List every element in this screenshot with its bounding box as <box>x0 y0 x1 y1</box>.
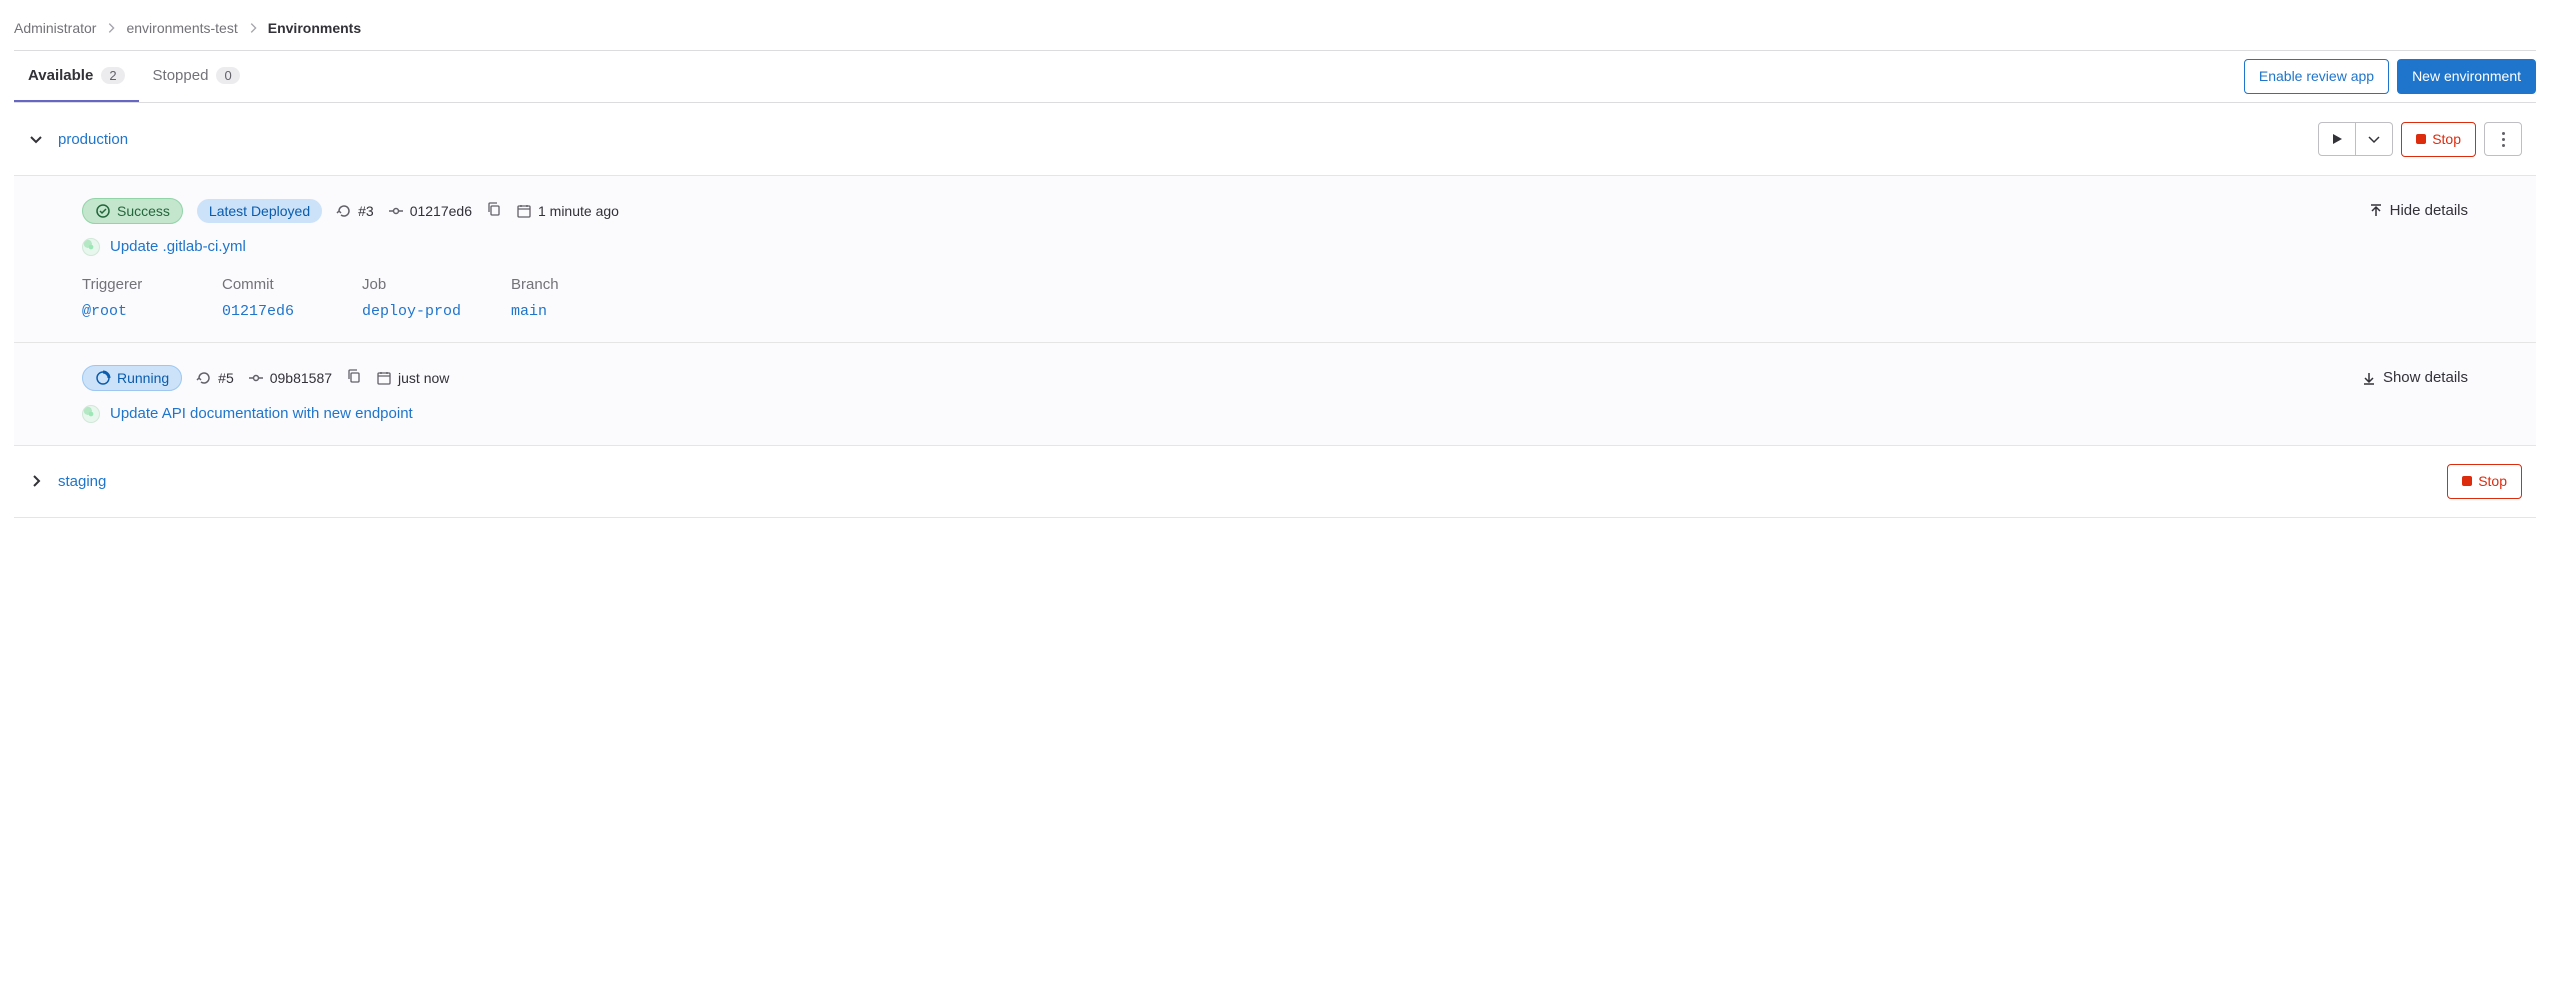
copy-sha-button[interactable] <box>486 201 502 220</box>
play-button[interactable] <box>2318 122 2356 156</box>
tabs: Available 2 Stopped 0 <box>14 51 254 102</box>
job-label: Job <box>362 276 461 293</box>
stop-button[interactable]: Stop <box>2401 122 2476 157</box>
tab-count-badge: 0 <box>216 67 239 84</box>
collapse-up-icon <box>2368 203 2384 219</box>
hide-details-button[interactable]: Hide details <box>2368 202 2468 219</box>
status-badge[interactable]: Success <box>82 198 183 224</box>
job-link[interactable]: deploy-prod <box>362 303 461 320</box>
branch-link[interactable]: main <box>511 303 601 320</box>
chevron-right-icon[interactable] <box>28 473 44 489</box>
stop-button[interactable]: Stop <box>2447 464 2522 499</box>
environment-name-link[interactable]: production <box>58 131 128 148</box>
triggerer-label: Triggerer <box>82 276 172 293</box>
chevron-right-icon <box>104 21 118 35</box>
commit-label: Commit <box>222 276 312 293</box>
deployment-card: Running #5 09b81587 just now Show <box>14 343 2536 446</box>
new-environment-button[interactable]: New environment <box>2397 59 2536 94</box>
commit-link[interactable]: 01217ed6 <box>222 303 312 320</box>
retry-icon <box>196 370 212 386</box>
status-label: Running <box>117 370 169 386</box>
commit-sha[interactable]: 09b81587 <box>248 370 332 386</box>
breadcrumb-item[interactable]: environments-test <box>126 20 237 36</box>
commit-icon <box>248 370 264 386</box>
chevron-right-icon <box>246 21 260 35</box>
expand-down-icon <box>2361 370 2377 386</box>
deployment-time: 1 minute ago <box>516 203 619 219</box>
stop-icon <box>2416 134 2426 144</box>
chevron-down-icon <box>2366 131 2382 147</box>
calendar-icon <box>516 203 532 219</box>
commit-sha[interactable]: 01217ed6 <box>388 203 472 219</box>
tab-available[interactable]: Available 2 <box>14 51 139 102</box>
deployment-card: Success Latest Deployed #3 01217ed6 1 mi… <box>14 176 2536 343</box>
stop-label: Stop <box>2432 131 2461 148</box>
avatar <box>82 238 100 256</box>
tab-count-badge: 2 <box>101 67 124 84</box>
kebab-icon <box>2495 131 2511 147</box>
check-circle-icon <box>95 203 111 219</box>
avatar <box>82 405 100 423</box>
play-dropdown-button[interactable] <box>2356 122 2393 156</box>
environment-row: production Stop <box>14 104 2536 176</box>
show-details-button[interactable]: Show details <box>2361 369 2468 386</box>
enable-review-app-button[interactable]: Enable review app <box>2244 59 2389 94</box>
branch-label: Branch <box>511 276 601 293</box>
retry-icon <box>336 203 352 219</box>
environment-name-link[interactable]: staging <box>58 473 106 490</box>
commit-message-link[interactable]: Update API documentation with new endpoi… <box>110 405 413 422</box>
running-icon <box>95 370 111 386</box>
copy-sha-button[interactable] <box>346 368 362 387</box>
deployment-iid[interactable]: #3 <box>336 203 374 219</box>
chevron-down-icon[interactable] <box>28 131 44 147</box>
stop-icon <box>2462 476 2472 486</box>
stop-label: Stop <box>2478 473 2507 490</box>
status-badge[interactable]: Running <box>82 365 182 391</box>
breadcrumb: Administrator environments-test Environm… <box>14 12 2536 50</box>
commit-message-link[interactable]: Update .gitlab-ci.yml <box>110 238 246 255</box>
breadcrumb-current: Environments <box>268 20 361 36</box>
triggerer-link[interactable]: @root <box>82 303 172 320</box>
more-actions-button[interactable] <box>2484 122 2522 156</box>
deployment-details: Triggerer @root Commit 01217ed6 Job depl… <box>82 276 2468 320</box>
calendar-icon <box>376 370 392 386</box>
breadcrumb-item[interactable]: Administrator <box>14 20 96 36</box>
status-label: Success <box>117 203 170 219</box>
environment-row: staging Stop <box>14 446 2536 518</box>
deployment-time: just now <box>376 370 449 386</box>
latest-deployed-badge: Latest Deployed <box>197 199 322 223</box>
deployment-iid[interactable]: #5 <box>196 370 234 386</box>
tab-label: Available <box>28 67 93 84</box>
tab-stopped[interactable]: Stopped 0 <box>139 51 254 102</box>
commit-icon <box>388 203 404 219</box>
tab-label: Stopped <box>153 67 209 84</box>
play-icon <box>2329 131 2345 147</box>
